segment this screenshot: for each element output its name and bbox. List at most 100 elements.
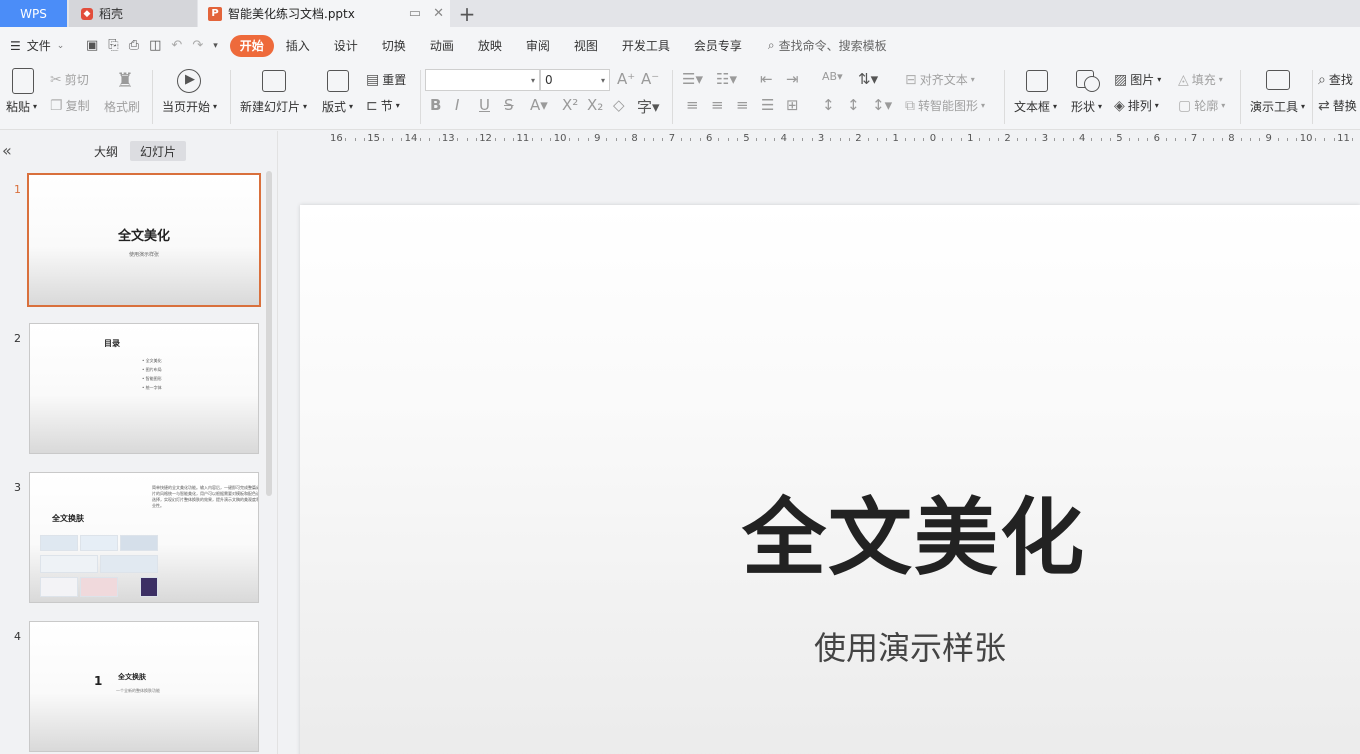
paste-icon[interactable]	[12, 68, 34, 94]
ruler-tick	[904, 138, 906, 141]
print-preview-icon[interactable]: ◫	[149, 38, 161, 53]
tab-transition[interactable]: 切换	[370, 35, 418, 57]
align-left-icon[interactable]: ≡	[686, 96, 699, 114]
arrange-button[interactable]: ◈ 排列 ▾	[1114, 97, 1159, 114]
tab-wps-home[interactable]: WPS	[0, 0, 67, 27]
smartart-icon: ⧉	[905, 97, 915, 114]
text-direction-icon[interactable]: AB▾	[822, 70, 843, 83]
superscript-icon[interactable]: X²	[562, 96, 578, 114]
ruler-label: 15	[367, 133, 381, 144]
slide-thumbnail-4[interactable]: 1 全文换肤 一个全新的整体换肤功能	[29, 621, 259, 752]
sort-icon[interactable]: ⇅▾	[858, 70, 878, 88]
format-painter-button[interactable]: 格式刷	[104, 98, 140, 115]
tab-animation[interactable]: 动画	[418, 35, 466, 57]
decrease-font-icon[interactable]: A⁻	[641, 70, 659, 88]
add-tab-button[interactable]: +	[456, 0, 478, 27]
outline-button[interactable]: ▢ 轮廓 ▾	[1178, 97, 1225, 114]
section-button[interactable]: ⊏ 节 ▾	[366, 97, 400, 114]
export-pdf-icon[interactable]: ⎘	[108, 38, 118, 53]
underline-icon[interactable]: U	[479, 96, 490, 114]
numbered-list-icon[interactable]: ☷▾	[716, 70, 737, 88]
phonetic-icon[interactable]: 字▾	[637, 96, 660, 117]
save-icon[interactable]: ▣	[86, 38, 98, 53]
slides-scrollbar[interactable]	[266, 171, 272, 496]
line-spacing-icon[interactable]: ↕	[822, 96, 835, 114]
slide-title[interactable]: 全文美化	[300, 471, 1360, 592]
redo-icon[interactable]: ↷	[192, 38, 203, 53]
align-text-icon: ⊟	[905, 71, 917, 88]
fill-button[interactable]: ◬ 填充 ▾	[1178, 71, 1223, 88]
ruler-tick	[867, 138, 869, 141]
replace-button[interactable]: ⇄ 替换	[1318, 97, 1357, 114]
tab-outline[interactable]: 大纲	[88, 141, 124, 161]
shape-button[interactable]: 形状 ▾	[1071, 98, 1102, 115]
decrease-indent-icon[interactable]: ⇤	[760, 70, 773, 88]
collapse-pane-icon[interactable]: «	[2, 141, 12, 160]
distribute-icon[interactable]: ⊞	[786, 96, 799, 114]
convert-smartart-button[interactable]: ⧉ 转智能图形 ▾	[905, 97, 985, 114]
slide-thumbnail-2[interactable]: 目录 全文美化 图片布局 智能图形 统一字体	[29, 323, 259, 454]
slide-subtitle[interactable]: 使用演示样张	[300, 623, 1360, 669]
align-right-icon[interactable]: ≡	[736, 96, 749, 114]
tab-member[interactable]: 会员专享	[682, 35, 754, 57]
tab-slideshow[interactable]: 放映	[466, 35, 514, 57]
file-menu-button[interactable]: ☰ 文件 ⌄	[0, 37, 78, 54]
tab-slides[interactable]: 幻灯片	[130, 141, 186, 161]
text-box-button[interactable]: 文本框 ▾	[1014, 98, 1057, 115]
bold-icon[interactable]: B	[430, 96, 441, 114]
bullet-list-icon[interactable]: ☰▾	[682, 70, 703, 88]
picture-button[interactable]: ▨ 图片 ▾	[1114, 71, 1161, 88]
close-tab-icon[interactable]: ✕	[433, 6, 444, 21]
justify-icon[interactable]: ☰	[761, 96, 774, 114]
layout-icon[interactable]	[327, 70, 349, 92]
align-text-button[interactable]: ⊟ 对齐文本 ▾	[905, 71, 975, 88]
ruler-tick	[382, 138, 384, 141]
play-from-current-button[interactable]: 当页开始 ▾	[162, 98, 217, 115]
print-icon[interactable]: ⎙	[129, 38, 139, 53]
command-search[interactable]: ⌕ 查找命令、搜索模板	[768, 37, 887, 54]
font-color-icon[interactable]: A▾	[530, 96, 548, 114]
tab-document[interactable]: P 智能美化练习文档.pptx ▭ ✕	[198, 0, 450, 27]
slide-thumbnail-1[interactable]: 全文美化 使用演示样张	[27, 173, 261, 307]
subscript-icon[interactable]: X₂	[587, 96, 603, 114]
presenter-tools-button[interactable]: 演示工具 ▾	[1250, 98, 1305, 115]
tab-insert[interactable]: 插入	[274, 35, 322, 57]
column-spacing-icon[interactable]: ↕▾	[872, 96, 892, 114]
paste-button[interactable]: 粘贴 ▾	[6, 98, 37, 115]
tab-developer[interactable]: 开发工具	[610, 35, 682, 57]
tab-design[interactable]: 设计	[322, 35, 370, 57]
tab-wps-label: WPS	[20, 6, 47, 21]
reset-button[interactable]: ▤ 重置	[366, 71, 406, 88]
layout-button[interactable]: 版式 ▾	[322, 98, 353, 115]
paragraph-spacing-icon[interactable]: ↕	[847, 96, 860, 114]
new-slide-button[interactable]: 新建幻灯片 ▾	[240, 98, 307, 115]
find-button[interactable]: ⌕ 查找	[1318, 71, 1353, 88]
horizontal-ruler[interactable]: 16 15 14 13 12 11 10 9 8 7 6 5 4 3 2 1 0 1 2 3 4 5 6 7 8 9 10 11	[300, 131, 1360, 147]
tab-daoke[interactable]: ◆ 稻壳	[69, 0, 197, 27]
font-size-select[interactable]: 0 ▾	[540, 69, 610, 91]
replace-label: 替换	[1332, 99, 1357, 113]
text-box-icon[interactable]	[1026, 70, 1048, 92]
command-search-placeholder: 查找命令、搜索模板	[778, 39, 887, 53]
section-icon: ⊏	[366, 97, 378, 114]
current-slide[interactable]: 全文美化 使用演示样张	[300, 205, 1360, 754]
new-slide-icon[interactable]	[262, 70, 286, 92]
copy-button[interactable]: ❐ 复制	[50, 97, 90, 114]
customize-quick-access-icon[interactable]: ▾	[213, 41, 218, 51]
clear-format-icon[interactable]: ◇	[613, 96, 625, 114]
cut-button[interactable]: ✂ 剪切	[50, 71, 89, 88]
tab-review[interactable]: 审阅	[514, 35, 562, 57]
presenter-tools-icon[interactable]	[1266, 70, 1290, 90]
increase-font-icon[interactable]: A⁺	[617, 70, 635, 88]
italic-icon[interactable]: I	[455, 96, 459, 114]
undo-icon[interactable]: ↶	[171, 38, 182, 53]
slide-thumbnail-3[interactable]: 全文换肤 简单快捷的全文美化功能。输入内容后，一键即可完成整篇幻灯片的风格统一与…	[29, 472, 259, 603]
tab-view[interactable]: 视图	[562, 35, 610, 57]
tab-home[interactable]: 开始	[229, 34, 274, 57]
align-center-icon[interactable]: ≡	[711, 96, 724, 114]
layout-label: 版式	[322, 100, 347, 114]
pin-window-icon[interactable]: ▭	[409, 6, 421, 21]
increase-indent-icon[interactable]: ⇥	[786, 70, 799, 88]
strikethrough-icon[interactable]: S	[504, 96, 514, 114]
font-family-select[interactable]: ▾	[425, 69, 540, 91]
